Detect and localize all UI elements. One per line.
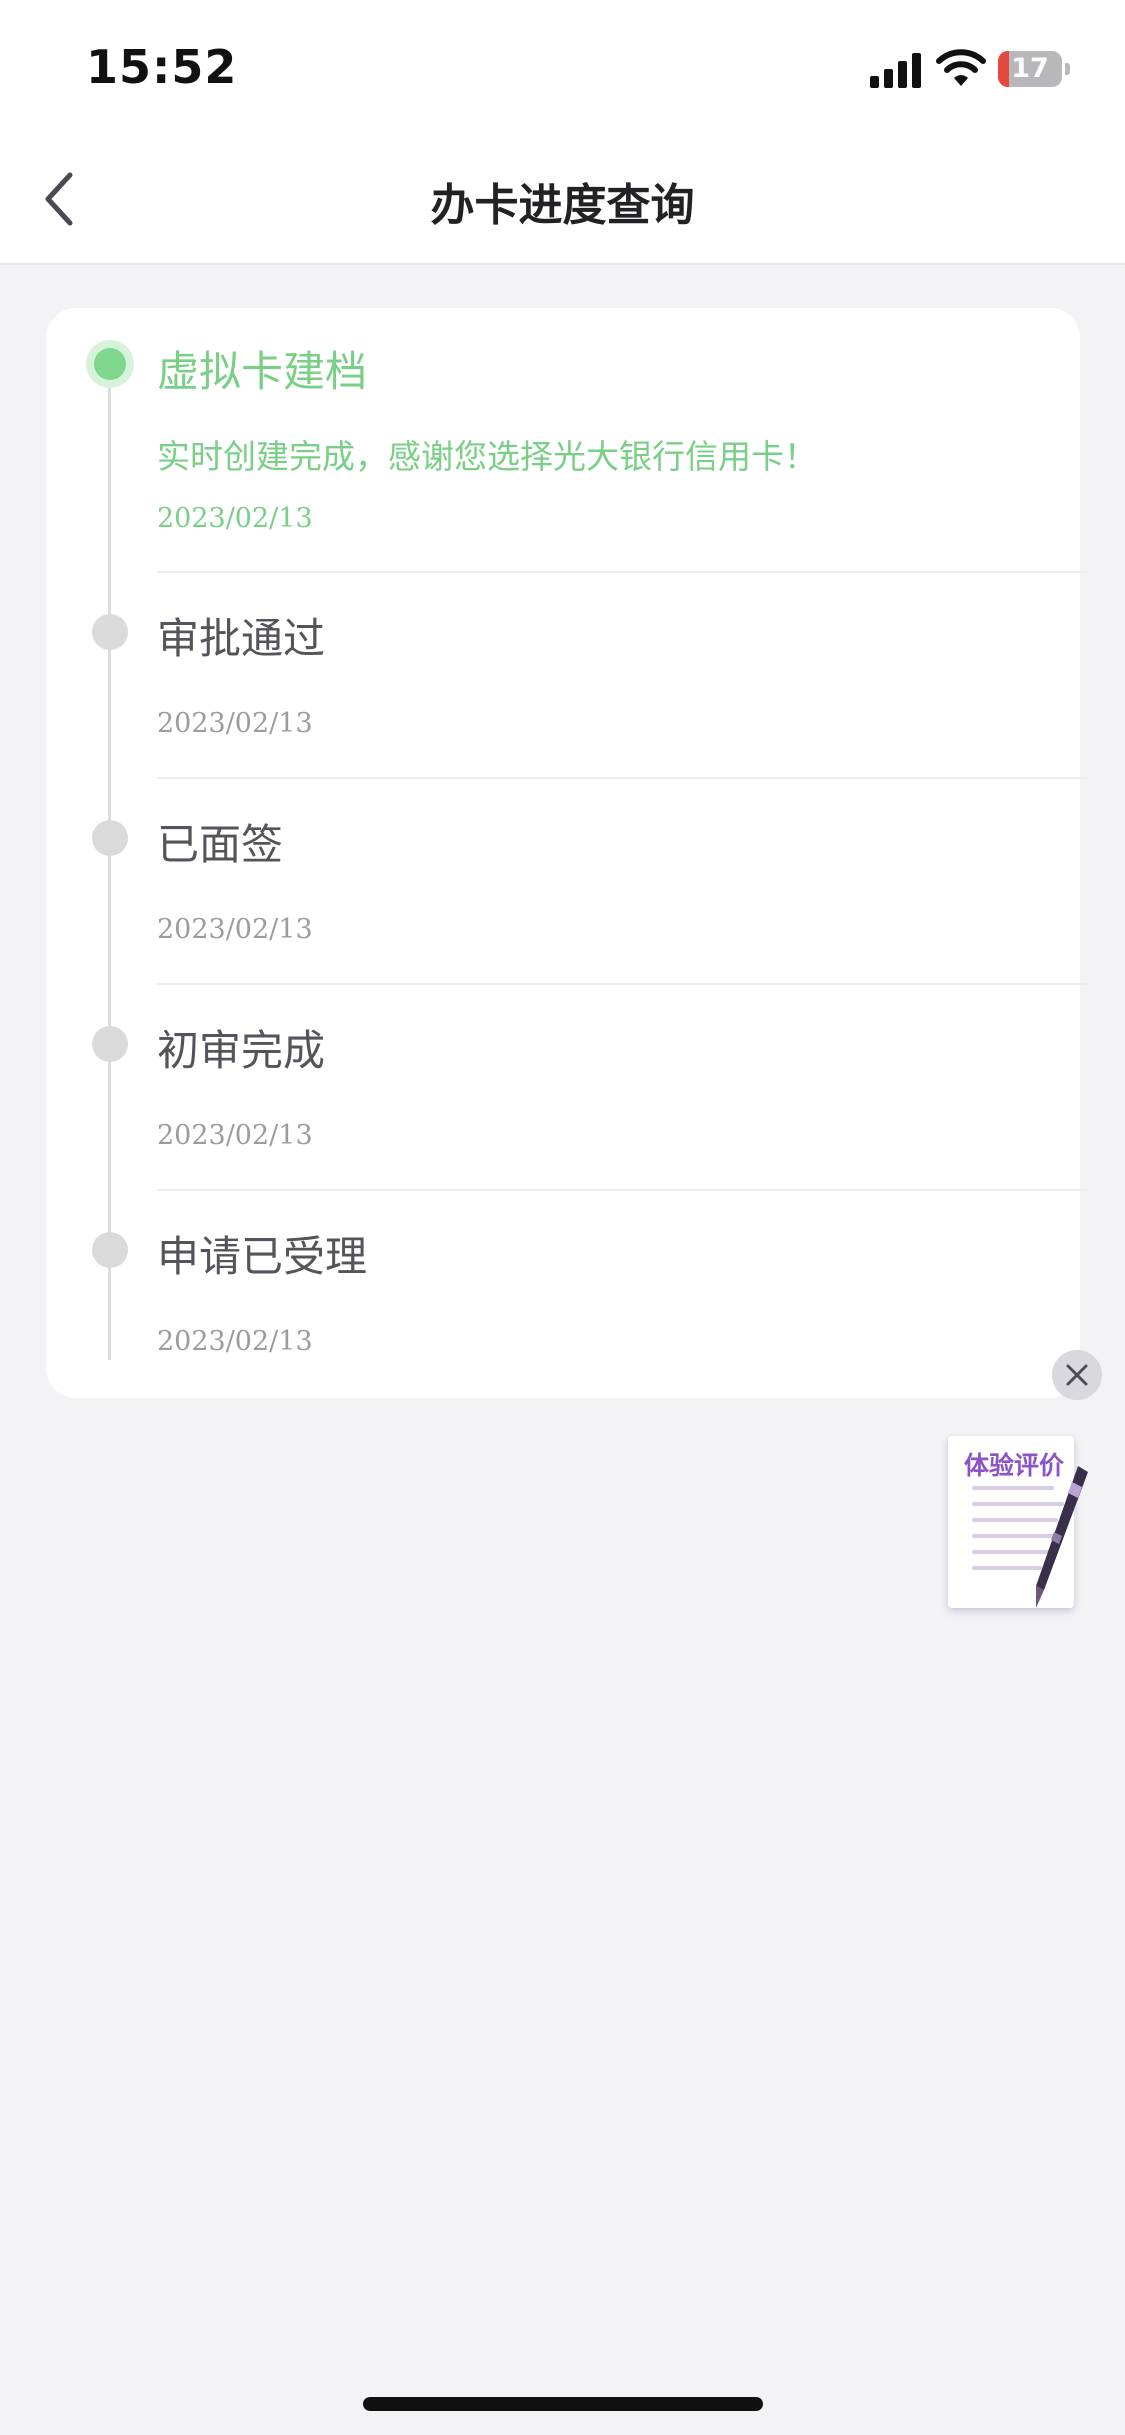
status-bar: 15:52 17 — [0, 0, 1125, 135]
step-date: 2023/02/13 — [157, 914, 313, 945]
signal-icon — [870, 52, 922, 88]
divider — [157, 571, 1087, 573]
step-description: 实时创建完成，感谢您选择光大银行信用卡！ — [157, 437, 817, 476]
step-title: 申请已受理 — [157, 1232, 368, 1281]
nav-bar: 办卡进度查询 — [0, 135, 1125, 265]
step-title: 初审完成 — [157, 1026, 326, 1075]
feedback-button[interactable]: 体验评价 — [940, 1432, 1090, 1617]
page-title: 办卡进度查询 — [430, 180, 695, 231]
step-date: 2023/02/13 — [157, 503, 313, 534]
status-dot — [92, 1026, 128, 1062]
progress-card: 虚拟卡建档 实时创建完成，感谢您选择光大银行信用卡！ 2023/02/13 审批… — [46, 308, 1087, 1398]
close-icon[interactable] — [1052, 1350, 1102, 1400]
status-dot — [92, 820, 128, 856]
divider — [157, 983, 1087, 985]
wifi-icon — [936, 49, 986, 86]
step-date: 2023/02/13 — [157, 1120, 313, 1151]
status-dot-active — [86, 340, 134, 388]
status-dot — [92, 614, 128, 650]
step-date: 2023/02/13 — [157, 1326, 313, 1357]
battery-level: 17 — [1011, 53, 1049, 84]
status-time: 15:52 — [86, 40, 238, 94]
step-title: 已面签 — [157, 820, 284, 869]
divider — [157, 1189, 1087, 1191]
status-dot — [92, 1232, 128, 1268]
step-title: 审批通过 — [157, 614, 326, 663]
pen-icon — [1036, 1466, 1088, 1608]
timeline-rail — [108, 364, 111, 1360]
step-date: 2023/02/13 — [157, 708, 313, 739]
battery-icon: 17 — [998, 51, 1070, 87]
step-title: 虚拟卡建档 — [157, 347, 368, 396]
home-indicator — [363, 2397, 763, 2411]
divider — [157, 777, 1087, 779]
